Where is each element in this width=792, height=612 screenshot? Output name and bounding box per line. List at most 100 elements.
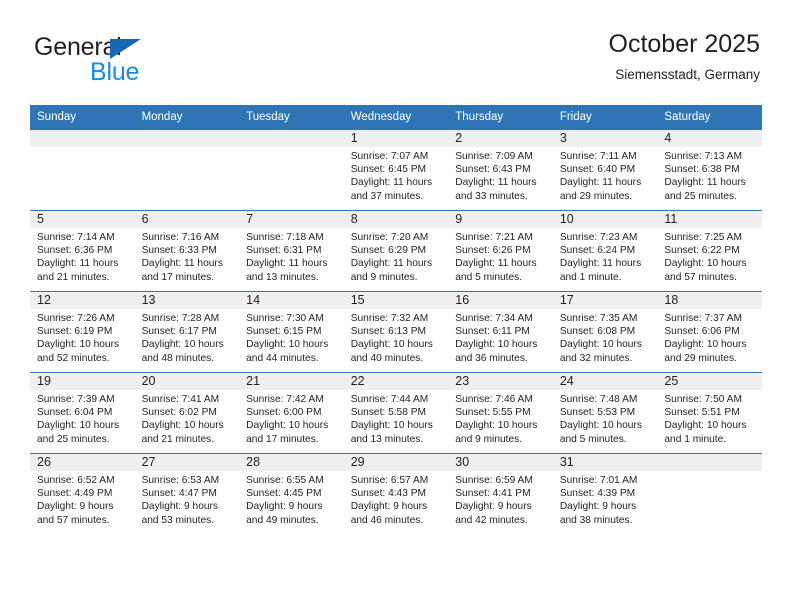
calendar-day-cell[interactable]: 13 Sunrise: 7:28 AM Sunset: 6:17 PM Dayligh… <box>134 291 240 373</box>
day-details: Sunrise: 7:16 AM Sunset: 6:33 PM Daylight:… <box>135 228 240 284</box>
calendar-day-cell[interactable]: 6 Sunrise: 7:16 AM Sunset: 6:33 PM Daylight… <box>134 210 240 292</box>
day-cell-inner: 28 Sunrise: 6:55 AM Sunset: 4:45 PM Dayligh… <box>239 454 344 534</box>
page-subtitle-location: Siemensstadt, Germany <box>615 67 760 82</box>
calendar-day-cell[interactable]: 3 Sunrise: 7:11 AM Sunset: 6:40 PM Daylight… <box>552 129 658 211</box>
day-cell-inner: 29 Sunrise: 6:57 AM Sunset: 4:43 PM Dayligh… <box>343 454 449 534</box>
day-cell-inner: 24 Sunrise: 7:48 AM Sunset: 5:53 PM Dayligh… <box>552 373 658 453</box>
calendar-day-cell[interactable]: 10 Sunrise: 7:23 AM Sunset: 6:24 PM Dayligh… <box>552 210 658 292</box>
calendar-day-cell[interactable]: 19 Sunrise: 7:39 AM Sunset: 6:04 PM Dayligh… <box>30 372 135 454</box>
daylight-duration-line1: Daylight: 10 hours <box>141 420 224 432</box>
daylight-duration-line1: Daylight: 10 hours <box>37 339 120 351</box>
day-number: 11 <box>657 211 762 228</box>
weekday-header-monday: Monday <box>134 105 240 130</box>
sunrise-time: Sunrise: 7:44 AM <box>350 394 429 405</box>
day-cell-inner: 26 Sunrise: 6:52 AM Sunset: 4:49 PM Dayligh… <box>30 454 135 534</box>
day-cell-inner: 18 Sunrise: 7:37 AM Sunset: 6:06 PM Dayligh… <box>657 292 762 372</box>
calendar-week-row: 1 Sunrise: 7:07 AM Sunset: 6:45 PM Daylight… <box>30 129 762 211</box>
logo-text-blue: Blue <box>90 58 140 86</box>
sunrise-time: Sunrise: 7:30 AM <box>246 313 324 324</box>
sunset-time: Sunset: 4:45 PM <box>246 488 322 500</box>
day-details <box>30 147 135 150</box>
daylight-duration-line2: and 13 minutes. <box>350 433 424 445</box>
calendar-day-cell[interactable]: 12 Sunrise: 7:26 AM Sunset: 6:19 PM Dayligh… <box>30 291 135 373</box>
calendar-day-cell[interactable]: 2 Sunrise: 7:09 AM Sunset: 6:43 PM Daylight… <box>448 129 553 211</box>
calendar-day-cell[interactable]: 23 Sunrise: 7:46 AM Sunset: 5:55 PM Dayligh… <box>448 372 553 454</box>
calendar-day-cell[interactable]: 28 Sunrise: 6:55 AM Sunset: 4:45 PM Dayligh… <box>239 453 344 534</box>
day-details: Sunrise: 6:53 AM Sunset: 4:47 PM Daylight:… <box>135 471 240 527</box>
day-cell-inner <box>134 130 240 210</box>
calendar-day-cell[interactable]: 24 Sunrise: 7:48 AM Sunset: 5:53 PM Dayligh… <box>552 372 658 454</box>
calendar-day-cell[interactable]: 25 Sunrise: 7:50 AM Sunset: 5:51 PM Dayligh… <box>657 372 762 454</box>
calendar-day-cell[interactable]: 31 Sunrise: 7:01 AM Sunset: 4:39 PM Dayligh… <box>552 453 658 534</box>
calendar-day-cell[interactable]: 18 Sunrise: 7:37 AM Sunset: 6:06 PM Dayligh… <box>657 291 762 373</box>
calendar-day-cell[interactable]: 5 Sunrise: 7:14 AM Sunset: 6:36 PM Daylight… <box>30 210 135 292</box>
day-number: 16 <box>448 292 553 309</box>
day-number: 10 <box>552 211 658 228</box>
sunset-time: Sunset: 6:02 PM <box>141 407 217 419</box>
daylight-duration-line1: Daylight: 9 hours <box>350 501 428 513</box>
weekday-header-tuesday: Tuesday <box>239 105 344 130</box>
calendar-day-cell[interactable]: 27 Sunrise: 6:53 AM Sunset: 4:47 PM Dayligh… <box>134 453 240 534</box>
calendar-day-cell[interactable]: 30 Sunrise: 6:59 AM Sunset: 4:41 PM Dayligh… <box>448 453 553 534</box>
day-cell-inner: 14 Sunrise: 7:30 AM Sunset: 6:15 PM Dayligh… <box>239 292 344 372</box>
sunrise-time: Sunrise: 7:34 AM <box>455 313 533 324</box>
calendar-day-cell[interactable]: 22 Sunrise: 7:44 AM Sunset: 5:58 PM Dayligh… <box>343 372 449 454</box>
sunset-time: Sunset: 6:08 PM <box>559 326 636 338</box>
daylight-duration-line1: Daylight: 11 hours <box>664 177 746 189</box>
day-details: Sunrise: 7:26 AM Sunset: 6:19 PM Daylight:… <box>30 309 135 365</box>
sunrise-time: Sunrise: 7:09 AM <box>455 151 533 162</box>
day-details: Sunrise: 7:23 AM Sunset: 6:24 PM Daylight:… <box>553 228 658 284</box>
daylight-duration-line1: Daylight: 11 hours <box>559 177 642 189</box>
day-number: 8 <box>343 211 449 228</box>
day-cell-inner: 4 Sunrise: 7:13 AM Sunset: 6:38 PM Daylight… <box>657 130 762 210</box>
sunset-time: Sunset: 4:39 PM <box>559 488 636 500</box>
daylight-duration-line2: and 9 minutes. <box>455 433 523 445</box>
sunrise-time: Sunrise: 7:42 AM <box>246 394 324 405</box>
day-details <box>135 147 240 150</box>
day-number <box>30 130 135 147</box>
sunset-time: Sunset: 4:47 PM <box>141 488 217 500</box>
daylight-duration-line2: and 57 minutes. <box>664 271 737 283</box>
calendar-day-cell[interactable]: 4 Sunrise: 7:13 AM Sunset: 6:38 PM Daylight… <box>657 129 762 211</box>
daylight-duration-line1: Daylight: 10 hours <box>455 339 538 351</box>
day-number <box>657 454 762 471</box>
sunrise-time: Sunrise: 6:59 AM <box>455 475 533 486</box>
day-cell-inner <box>657 454 762 534</box>
daylight-duration-line1: Daylight: 10 hours <box>664 420 747 432</box>
day-details <box>239 147 344 150</box>
calendar-day-cell[interactable]: 1 Sunrise: 7:07 AM Sunset: 6:45 PM Daylight… <box>343 129 449 211</box>
day-cell-inner: 16 Sunrise: 7:34 AM Sunset: 6:11 PM Dayligh… <box>448 292 553 372</box>
day-cell-inner: 21 Sunrise: 7:42 AM Sunset: 6:00 PM Dayligh… <box>239 373 344 453</box>
sunset-time: Sunset: 6:26 PM <box>455 245 531 257</box>
calendar-day-cell[interactable]: 17 Sunrise: 7:35 AM Sunset: 6:08 PM Dayligh… <box>552 291 658 373</box>
day-number <box>239 130 344 147</box>
calendar-day-cell[interactable]: 26 Sunrise: 6:52 AM Sunset: 4:49 PM Dayligh… <box>30 453 135 534</box>
day-details: Sunrise: 7:32 AM Sunset: 6:13 PM Daylight:… <box>344 309 449 365</box>
calendar-day-cell[interactable]: 8 Sunrise: 7:20 AM Sunset: 6:29 PM Daylight… <box>343 210 449 292</box>
calendar-day-cell[interactable]: 21 Sunrise: 7:42 AM Sunset: 6:00 PM Dayligh… <box>239 372 344 454</box>
sunset-time: Sunset: 6:38 PM <box>664 164 740 176</box>
sunrise-time: Sunrise: 7:20 AM <box>350 232 429 243</box>
calendar-day-cell[interactable]: 9 Sunrise: 7:21 AM Sunset: 6:26 PM Daylight… <box>448 210 553 292</box>
calendar-day-cell[interactable]: 15 Sunrise: 7:32 AM Sunset: 6:13 PM Dayligh… <box>343 291 449 373</box>
sunset-time: Sunset: 6:24 PM <box>559 245 636 257</box>
day-cell-inner: 13 Sunrise: 7:28 AM Sunset: 6:17 PM Dayligh… <box>134 292 240 372</box>
day-cell-inner: 27 Sunrise: 6:53 AM Sunset: 4:47 PM Dayligh… <box>134 454 240 534</box>
generalblue-logo: General Blue <box>34 34 214 92</box>
calendar-day-cell[interactable]: 14 Sunrise: 7:30 AM Sunset: 6:15 PM Dayligh… <box>239 291 344 373</box>
sunrise-time: Sunrise: 6:57 AM <box>350 475 429 486</box>
calendar-day-cell[interactable]: 11 Sunrise: 7:25 AM Sunset: 6:22 PM Dayligh… <box>657 210 762 292</box>
daylight-duration-line1: Daylight: 10 hours <box>246 339 329 351</box>
day-details: Sunrise: 7:34 AM Sunset: 6:11 PM Daylight:… <box>448 309 553 365</box>
daylight-duration-line1: Daylight: 11 hours <box>559 258 642 270</box>
day-number: 22 <box>343 373 449 390</box>
calendar-day-cell[interactable]: 29 Sunrise: 6:57 AM Sunset: 4:43 PM Dayligh… <box>343 453 449 534</box>
sunrise-time: Sunrise: 7:23 AM <box>559 232 638 243</box>
day-number: 6 <box>134 211 240 228</box>
calendar-day-cell[interactable]: 20 Sunrise: 7:41 AM Sunset: 6:02 PM Dayligh… <box>134 372 240 454</box>
calendar-day-cell[interactable]: 16 Sunrise: 7:34 AM Sunset: 6:11 PM Dayligh… <box>448 291 553 373</box>
calendar-day-cell[interactable]: 7 Sunrise: 7:18 AM Sunset: 6:31 PM Daylight… <box>239 210 344 292</box>
day-cell-inner: 25 Sunrise: 7:50 AM Sunset: 5:51 PM Dayligh… <box>657 373 762 453</box>
day-cell-inner <box>30 130 135 210</box>
weekday-header-sunday: Sunday <box>30 105 135 130</box>
